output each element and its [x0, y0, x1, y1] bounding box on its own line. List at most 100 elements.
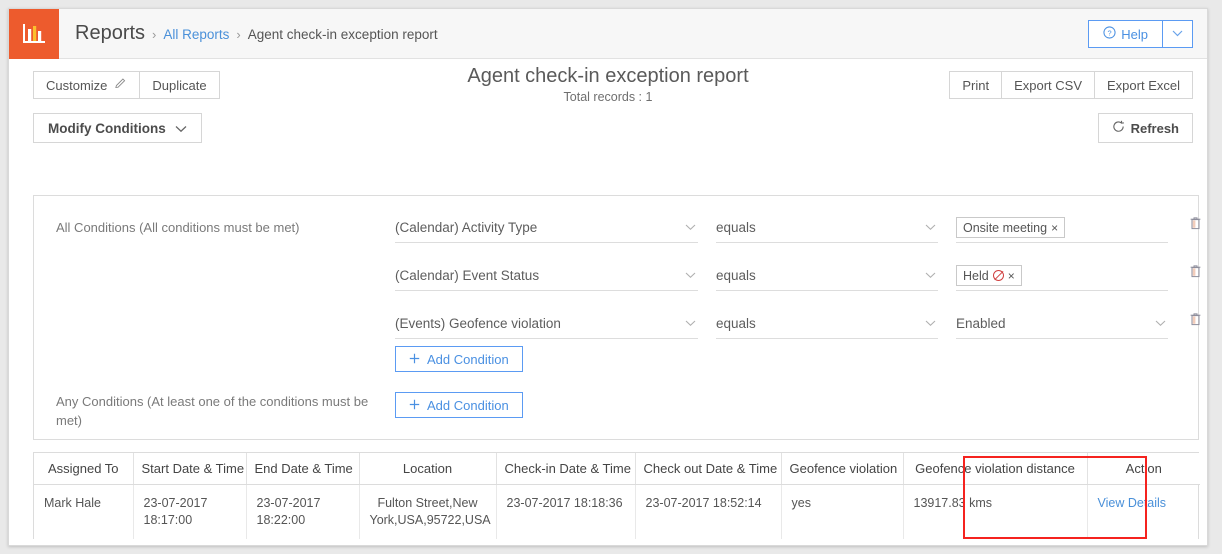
modify-conditions-row: Modify Conditions Refresh: [9, 107, 1207, 153]
help-button[interactable]: ? Help: [1088, 20, 1163, 48]
condition-field-select[interactable]: (Events) Geofence violation: [395, 309, 698, 339]
cell-geofence-violation-distance: 13917.83 kms: [903, 484, 1088, 539]
column-header-checkout-date-time[interactable]: Check out Date & Time: [635, 453, 782, 485]
condition-row: (Events) Geofence violation equals Enabl…: [395, 309, 1201, 339]
breadcrumb: Reports › All Reports › Agent check-in e…: [75, 22, 438, 45]
value-tag[interactable]: Onsite meeting ×: [956, 217, 1066, 238]
cell-geofence-violation: yes: [781, 484, 904, 539]
export-excel-button-label: Export Excel: [1107, 77, 1180, 93]
condition-operator-value: equals: [716, 220, 756, 235]
add-condition-any-button[interactable]: Add Condition: [395, 392, 523, 418]
plus-icon: [409, 398, 420, 413]
app-logo: [9, 9, 59, 59]
condition-operator-select[interactable]: equals: [716, 261, 938, 291]
screenshot-root: Reports › All Reports › Agent check-in e…: [0, 0, 1222, 554]
print-button[interactable]: Print: [949, 71, 1003, 99]
chevron-down-icon: [925, 222, 936, 234]
condition-field-select[interactable]: (Calendar) Event Status: [395, 261, 698, 291]
column-header-end-date-time[interactable]: End Date & Time: [246, 453, 360, 485]
condition-operator-value: equals: [716, 316, 756, 331]
breadcrumb-separator-icon: ›: [152, 27, 157, 42]
cell-start-date-time: 23-07-2017 18:17:00: [133, 484, 247, 539]
close-icon[interactable]: ×: [1008, 269, 1015, 283]
add-condition-label: Add Condition: [427, 351, 509, 367]
bar-chart-icon: [21, 22, 47, 46]
help-button-label: Help: [1121, 26, 1148, 42]
value-tag-label: Onsite meeting: [963, 220, 1048, 235]
refresh-button-label: Refresh: [1130, 120, 1179, 136]
add-condition-all-button[interactable]: Add Condition: [395, 346, 523, 372]
column-header-action[interactable]: Action: [1087, 453, 1200, 485]
customize-button[interactable]: Customize: [33, 71, 141, 99]
all-conditions-label: All Conditions (All conditions must be m…: [56, 220, 300, 235]
delete-condition-button[interactable]: [1190, 313, 1201, 331]
modify-conditions-button[interactable]: Modify Conditions: [33, 113, 202, 143]
value-tag-label: Held: [963, 268, 989, 283]
app-window: Reports › All Reports › Agent check-in e…: [8, 8, 1208, 546]
add-condition-any-wrap: Add Condition: [395, 392, 523, 418]
app-header: Reports › All Reports › Agent check-in e…: [9, 9, 1207, 59]
condition-value-select[interactable]: Enabled: [956, 309, 1168, 339]
export-button-group: Print Export CSV Export Excel: [949, 71, 1193, 99]
view-details-link[interactable]: View Details: [1098, 496, 1167, 510]
cell-assigned-to: Mark Hale: [34, 484, 134, 539]
column-header-checkin-date-time[interactable]: Check-in Date & Time: [496, 453, 636, 485]
delete-condition-button[interactable]: [1190, 265, 1201, 283]
column-header-start-date-time[interactable]: Start Date & Time: [133, 453, 247, 485]
export-excel-button[interactable]: Export Excel: [1095, 71, 1193, 99]
cell-action: View Details: [1087, 485, 1200, 540]
chevron-down-icon: [685, 318, 696, 330]
chevron-down-icon: [685, 270, 696, 282]
conditions-panel: All Conditions (All conditions must be m…: [33, 195, 1201, 440]
condition-value-tags[interactable]: Held ×: [956, 261, 1168, 291]
condition-value-tags[interactable]: Onsite meeting ×: [956, 213, 1168, 243]
delete-condition-button[interactable]: [1190, 217, 1201, 235]
svg-text:?: ?: [1108, 29, 1112, 38]
column-header-geofence-violation-distance[interactable]: Geofence violation distance: [903, 453, 1088, 485]
column-header-location[interactable]: Location: [359, 453, 497, 485]
duplicate-button[interactable]: Duplicate: [140, 71, 220, 99]
condition-operator-value: equals: [716, 268, 756, 283]
report-toolbar: Customize Duplicate Agent check-in excep…: [9, 59, 1207, 107]
add-condition-label: Add Condition: [427, 397, 509, 413]
condition-value-text: Enabled: [956, 316, 1006, 331]
condition-field-value: (Calendar) Activity Type: [395, 220, 538, 235]
breadcrumb-separator-icon-2: ›: [236, 27, 241, 42]
plus-icon: [409, 352, 420, 367]
condition-row: (Calendar) Event Status equals Held ×: [395, 261, 1201, 291]
breadcrumb-current: Agent check-in exception report: [247, 27, 438, 42]
close-icon[interactable]: ×: [1051, 221, 1058, 235]
table-header-row: Assigned To Start Date & Time End Date &…: [34, 453, 1200, 485]
cell-end-date-time: 23-07-2017 18:22:00: [246, 484, 360, 539]
condition-field-value: (Events) Geofence violation: [395, 316, 561, 331]
no-entry-icon: [992, 270, 1004, 281]
chevron-down-icon: [685, 222, 696, 234]
breadcrumb-link-all-reports[interactable]: All Reports: [163, 27, 229, 42]
condition-operator-select[interactable]: equals: [716, 213, 938, 243]
value-tag[interactable]: Held ×: [956, 265, 1022, 286]
export-csv-button[interactable]: Export CSV: [1002, 71, 1096, 99]
cell-checkout-date-time: 23-07-2017 18:52:14: [635, 484, 782, 539]
modify-conditions-label: Modify Conditions: [48, 120, 166, 136]
chevron-down-icon: [925, 270, 936, 282]
export-csv-button-label: Export CSV: [1014, 77, 1083, 93]
cell-location: Fulton Street,New York,USA,95722,USA: [359, 484, 497, 539]
results-table: Assigned To Start Date & Time End Date &…: [34, 453, 1200, 539]
condition-operator-select[interactable]: equals: [716, 309, 938, 339]
left-button-group: Customize Duplicate: [33, 71, 220, 99]
table-row: Mark Hale 23-07-2017 18:17:00 23-07-2017…: [34, 484, 1200, 540]
print-button-label: Print: [962, 77, 990, 93]
condition-field-select[interactable]: (Calendar) Activity Type: [395, 213, 698, 243]
refresh-button[interactable]: Refresh: [1097, 113, 1193, 143]
condition-field-value: (Calendar) Event Status: [395, 268, 540, 283]
condition-row: (Calendar) Activity Type equals Onsite m…: [395, 213, 1201, 243]
pencil-icon: [114, 77, 127, 93]
help-dropdown-toggle[interactable]: [1163, 20, 1193, 48]
chevron-down-icon: [1172, 29, 1183, 40]
refresh-icon: [1112, 120, 1125, 136]
column-header-geofence-violation[interactable]: Geofence violation: [781, 453, 904, 485]
cell-checkin-date-time: 23-07-2017 18:18:36: [496, 484, 636, 539]
chevron-down-icon: [925, 318, 936, 330]
column-header-assigned-to[interactable]: Assigned To: [34, 453, 134, 485]
add-condition-all-wrap: Add Condition: [395, 346, 523, 372]
